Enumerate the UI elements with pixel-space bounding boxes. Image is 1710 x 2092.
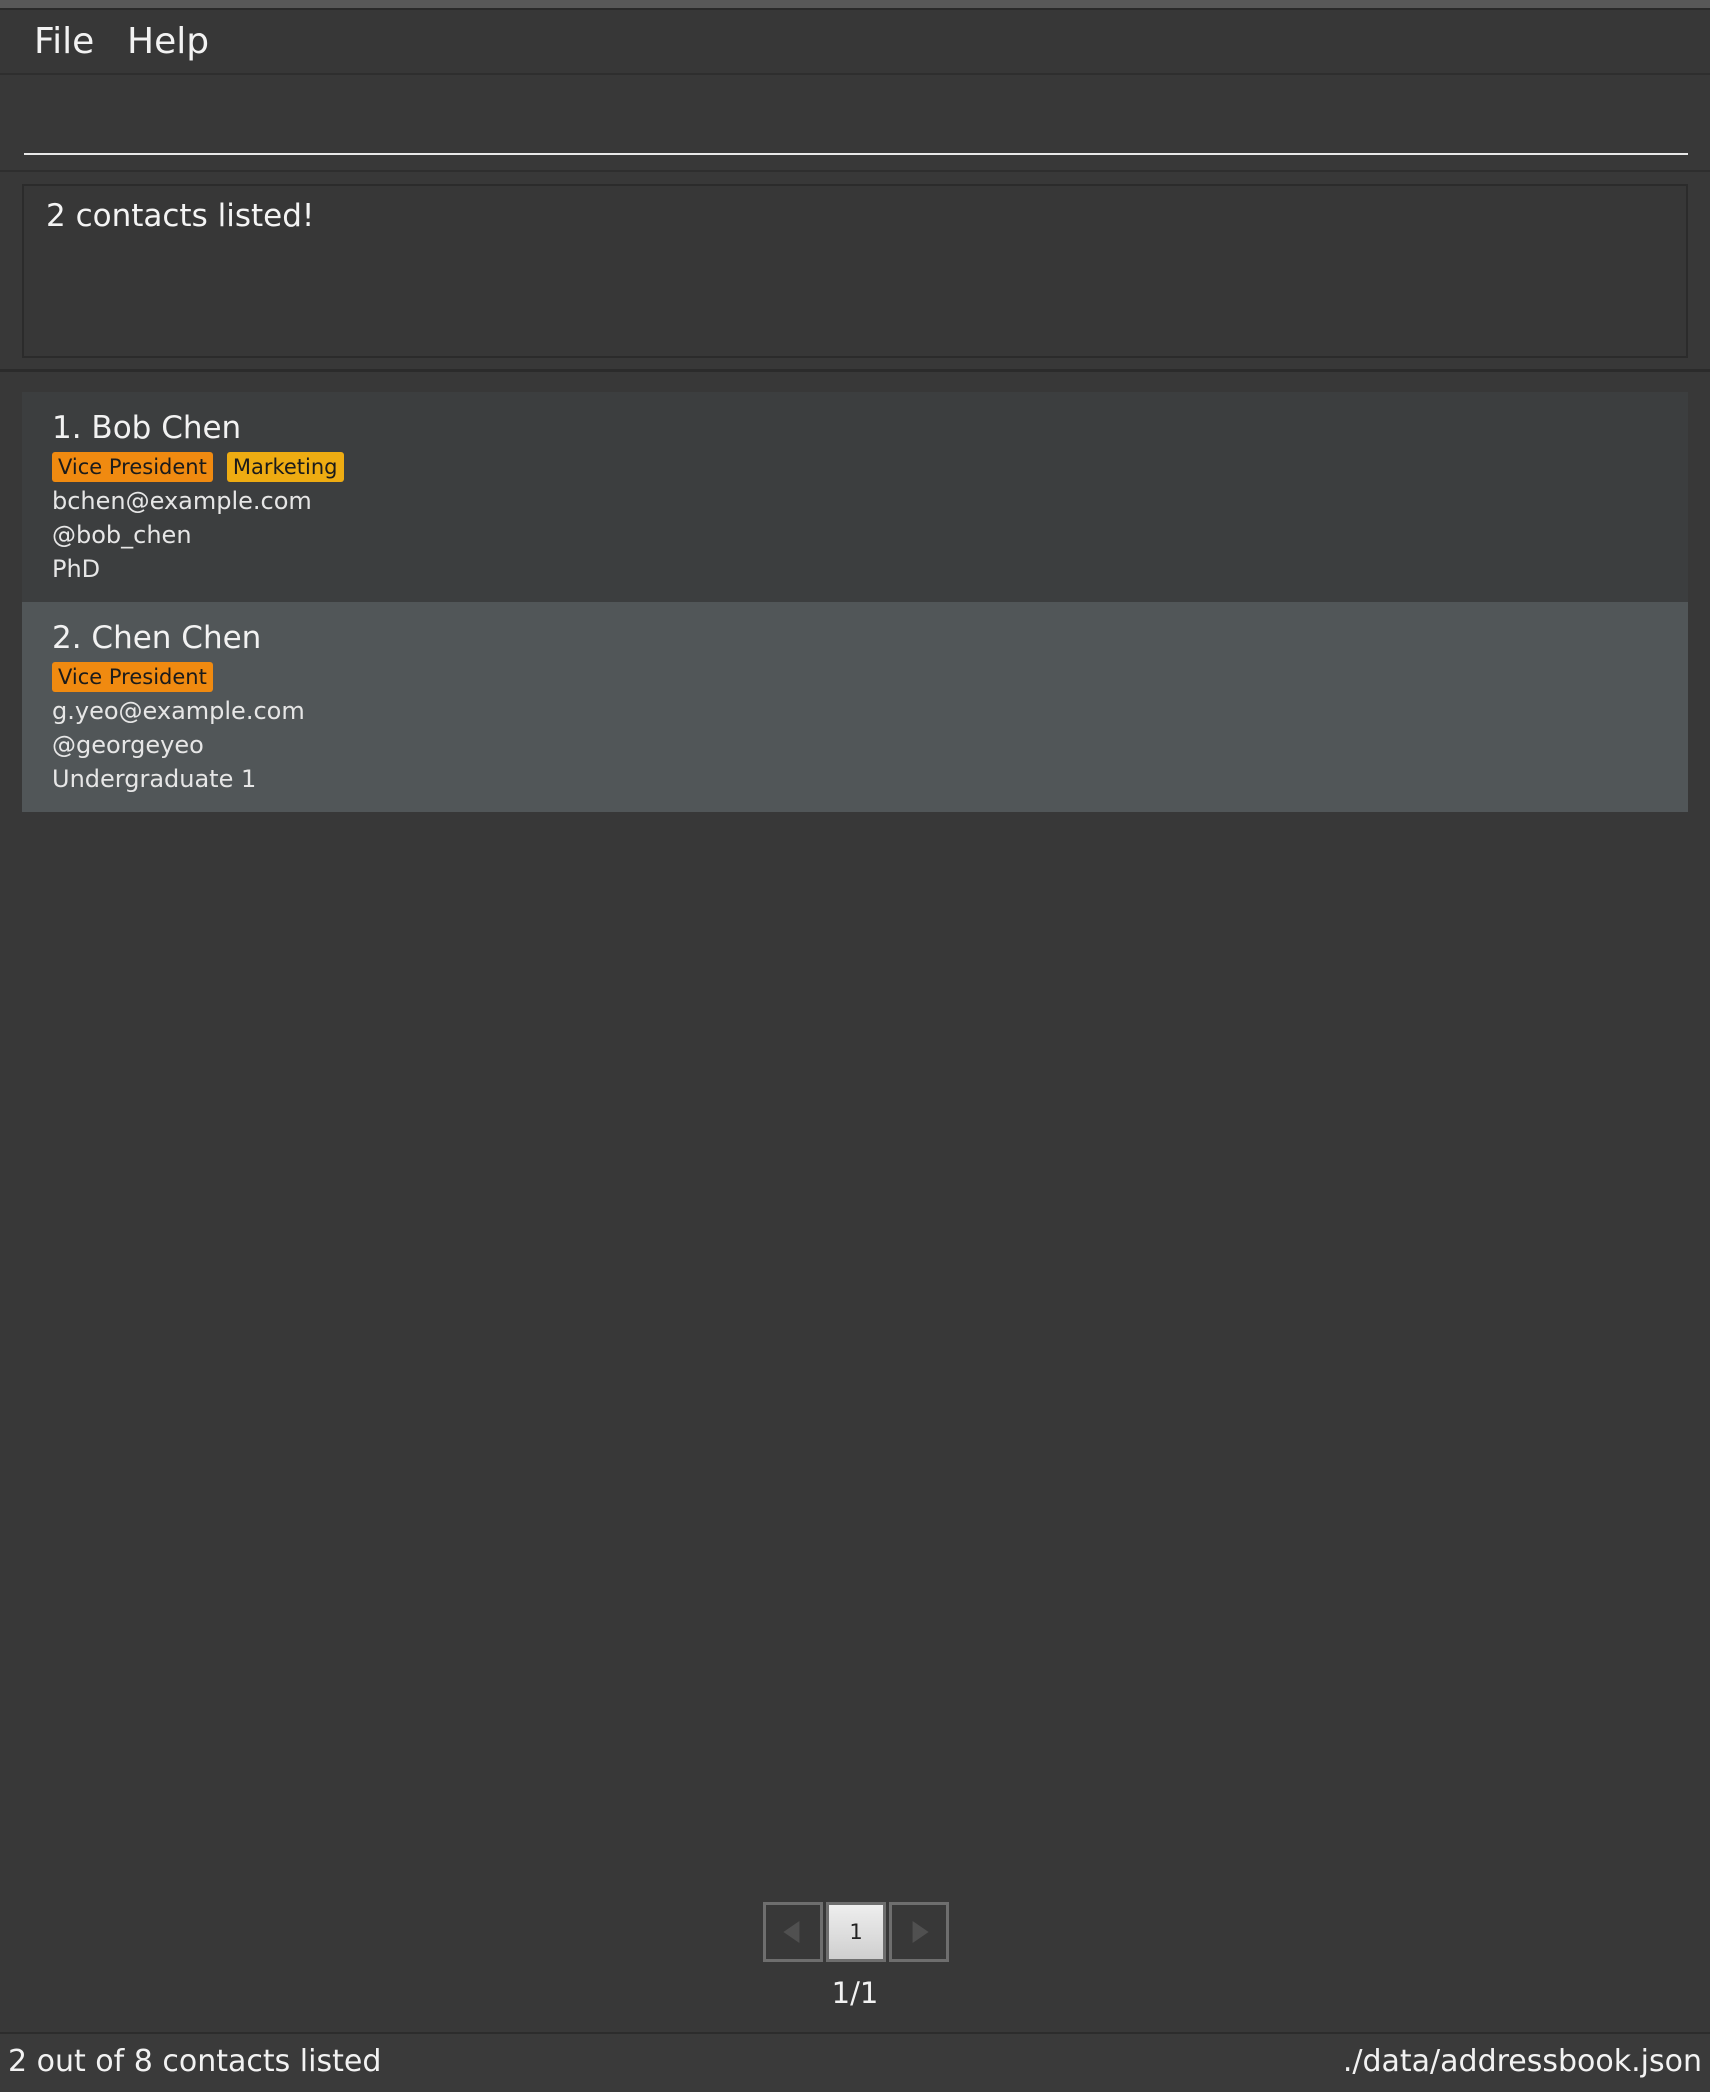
contact-list-panel: 1. Bob Chen Vice President Marketing bch… [0,372,1710,2032]
page-count-label: 1/1 [831,1976,879,2010]
contact-list[interactable]: 1. Bob Chen Vice President Marketing bch… [22,392,1688,812]
page-1-button[interactable]: 1 [826,1902,886,1962]
next-page-button[interactable] [889,1902,949,1962]
result-display: 2 contacts listed! [22,184,1688,358]
contact-detail: Undergraduate 1 [52,765,257,793]
contact-handle: @georgeyeo [52,731,204,759]
tag-badge: Vice President [52,452,213,482]
menu-bar: File Help [0,10,1710,75]
result-message: 2 contacts listed! [46,198,315,234]
command-input[interactable] [24,95,1688,155]
status-bar: 2 out of 8 contacts listed ./data/addres… [0,2032,1710,2092]
contact-tags: Vice President [52,660,1688,694]
status-listed-count: 2 out of 8 contacts listed [8,2044,382,2079]
menu-file[interactable]: File [34,20,94,64]
contact-tags: Vice President Marketing [52,450,1688,484]
contact-name: 2. Chen Chen [52,620,262,656]
contact-detail: PhD [52,555,101,583]
window-top-edge [0,0,1710,10]
contact-handle: @bob_chen [52,521,192,549]
menu-help[interactable]: Help [127,20,209,64]
contact-email: bchen@example.com [52,487,312,515]
chevron-right-icon [912,1921,929,1943]
status-file-path: ./data/addressbook.json [1342,2044,1702,2079]
tag-badge: Marketing [226,452,344,482]
app-window: File Help 2 contacts listed! 1. Bob Chen… [0,0,1710,2092]
contact-email: g.yeo@example.com [52,697,305,725]
contact-card[interactable]: 2. Chen Chen Vice President g.yeo@exampl… [22,602,1688,812]
tag-badge: Vice President [52,662,213,692]
pagination: 1 [0,1902,1710,1964]
command-box [0,75,1710,172]
previous-page-button[interactable] [763,1902,823,1962]
contact-card[interactable]: 1. Bob Chen Vice President Marketing bch… [22,392,1688,602]
contact-name: 1. Bob Chen [52,410,242,446]
result-display-panel: 2 contacts listed! [0,172,1710,372]
chevron-left-icon [783,1921,800,1943]
